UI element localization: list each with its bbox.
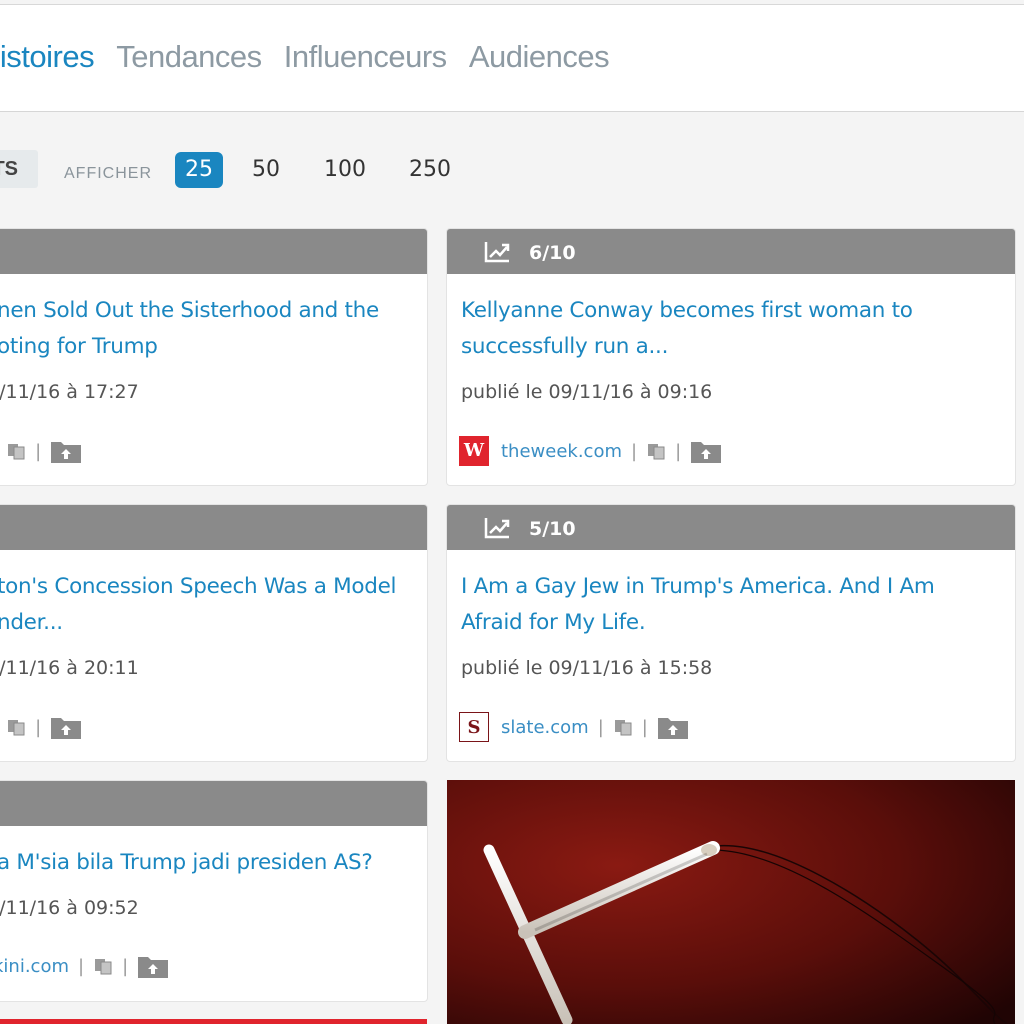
translate-icon[interactable] <box>6 717 26 737</box>
card-header: 6/10 <box>447 229 1015 274</box>
source-link[interactable]: slate.com <box>501 717 589 738</box>
translate-icon[interactable] <box>613 717 633 737</box>
story-title-line[interactable]: oting for Trump <box>0 329 413 365</box>
tab-influenceurs[interactable]: Influenceurs <box>284 39 447 75</box>
translate-icon[interactable] <box>6 441 26 461</box>
story-title-line[interactable]: I Am a Gay Jew in Trump's America. And I… <box>461 569 1001 605</box>
separator: | <box>35 716 42 738</box>
story-image <box>447 780 1015 1024</box>
card-meta: kini.com | | <box>0 949 169 983</box>
tab-tendances[interactable]: Tendances <box>116 39 262 75</box>
separator: | <box>78 955 85 977</box>
publish-date: 9/11/16 à 09:52 <box>0 897 139 919</box>
page-size-250[interactable]: 250 <box>399 152 461 188</box>
tab-audiences[interactable]: Audiences <box>469 39 610 75</box>
story-card[interactable]: 5/10 I Am a Gay Jew in Trump's America. … <box>446 504 1016 762</box>
card-meta: W theweek.com | | <box>459 434 722 468</box>
story-title-line[interactable]: ton's Concession Speech Was a Model <box>0 569 413 605</box>
story-card[interactable]: nen Sold Out the Sisterhood and the otin… <box>0 228 428 486</box>
story-title-line[interactable]: Afraid for My Life. <box>461 605 1001 641</box>
card-meta: S slate.com | | <box>459 710 689 744</box>
nav-tabs: Histoires Tendances Influenceurs Audienc… <box>0 39 623 75</box>
story-title-line[interactable]: nen Sold Out the Sisterhood and the <box>0 293 413 329</box>
publish-date: publié le 09/11/16 à 15:58 <box>461 657 713 679</box>
show-label: AFFICHER <box>64 165 152 182</box>
story-title[interactable]: I Am a Gay Jew in Trump's America. And I… <box>461 569 1001 641</box>
card-header: 5/10 <box>447 505 1015 550</box>
page-size-100[interactable]: 100 <box>314 152 376 188</box>
card-header <box>0 781 427 826</box>
story-card[interactable]: 6/10 Kellyanne Conway becomes first woma… <box>446 228 1016 486</box>
save-folder-icon[interactable] <box>50 714 82 740</box>
story-title-line[interactable]: successfully run a... <box>461 329 1001 365</box>
story-card[interactable]: a M'sia bila Trump jadi presiden AS? 9/1… <box>0 780 428 1002</box>
story-image-card[interactable] <box>447 780 1015 1024</box>
tab-histoires[interactable]: Histoires <box>0 39 95 75</box>
publish-date: publié le 09/11/16 à 09:16 <box>461 381 713 403</box>
source-link[interactable]: theweek.com <box>501 441 622 462</box>
publish-date: 9/11/16 à 20:11 <box>0 657 139 679</box>
card-meta: | | <box>0 434 82 468</box>
save-folder-icon[interactable] <box>137 953 169 979</box>
score-badge: 5/10 <box>529 518 576 540</box>
trending-icon <box>484 518 510 539</box>
save-folder-icon[interactable] <box>657 714 689 740</box>
separator: | <box>641 716 648 738</box>
publish-date: 9/11/16 à 17:27 <box>0 381 139 403</box>
separator: | <box>631 440 638 462</box>
card-header <box>0 229 427 274</box>
save-folder-icon[interactable] <box>690 438 722 464</box>
story-title[interactable]: Kellyanne Conway becomes first woman to … <box>461 293 1001 365</box>
page-size-25[interactable]: 25 <box>175 152 223 188</box>
translate-icon[interactable] <box>93 956 113 976</box>
story-card[interactable]: ton's Concession Speech Was a Model nder… <box>0 504 428 762</box>
save-folder-icon[interactable] <box>50 438 82 464</box>
trending-icon <box>484 242 510 263</box>
story-title[interactable]: ton's Concession Speech Was a Model nder… <box>0 569 413 641</box>
page-size-50[interactable]: 50 <box>242 152 290 188</box>
story-title-line[interactable]: Kellyanne Conway becomes first woman to <box>461 293 1001 329</box>
story-title-line[interactable]: nder... <box>0 605 413 641</box>
separator: | <box>597 716 604 738</box>
separator: | <box>35 440 42 462</box>
story-title[interactable]: a M'sia bila Trump jadi presiden AS? <box>0 845 413 881</box>
score-badge: 6/10 <box>529 242 576 264</box>
source-logo: W <box>459 436 489 466</box>
source-logo: S <box>459 712 489 742</box>
story-title-line[interactable]: a M'sia bila Trump jadi presiden AS? <box>0 845 413 881</box>
story-title[interactable]: nen Sold Out the Sisterhood and the otin… <box>0 293 413 365</box>
separator: | <box>122 955 129 977</box>
separator: | <box>675 440 682 462</box>
section-nav-bar: Histoires Tendances Influenceurs Audienc… <box>0 5 1024 112</box>
results-toolbar: TS AFFICHER 25 50 100 250 <box>0 150 1024 190</box>
card-header <box>0 505 427 550</box>
alert-bar <box>0 1019 427 1024</box>
source-link[interactable]: kini.com <box>0 956 69 977</box>
filter-button[interactable]: TS <box>0 150 38 188</box>
card-meta: | | <box>0 710 82 744</box>
translate-icon[interactable] <box>646 441 666 461</box>
